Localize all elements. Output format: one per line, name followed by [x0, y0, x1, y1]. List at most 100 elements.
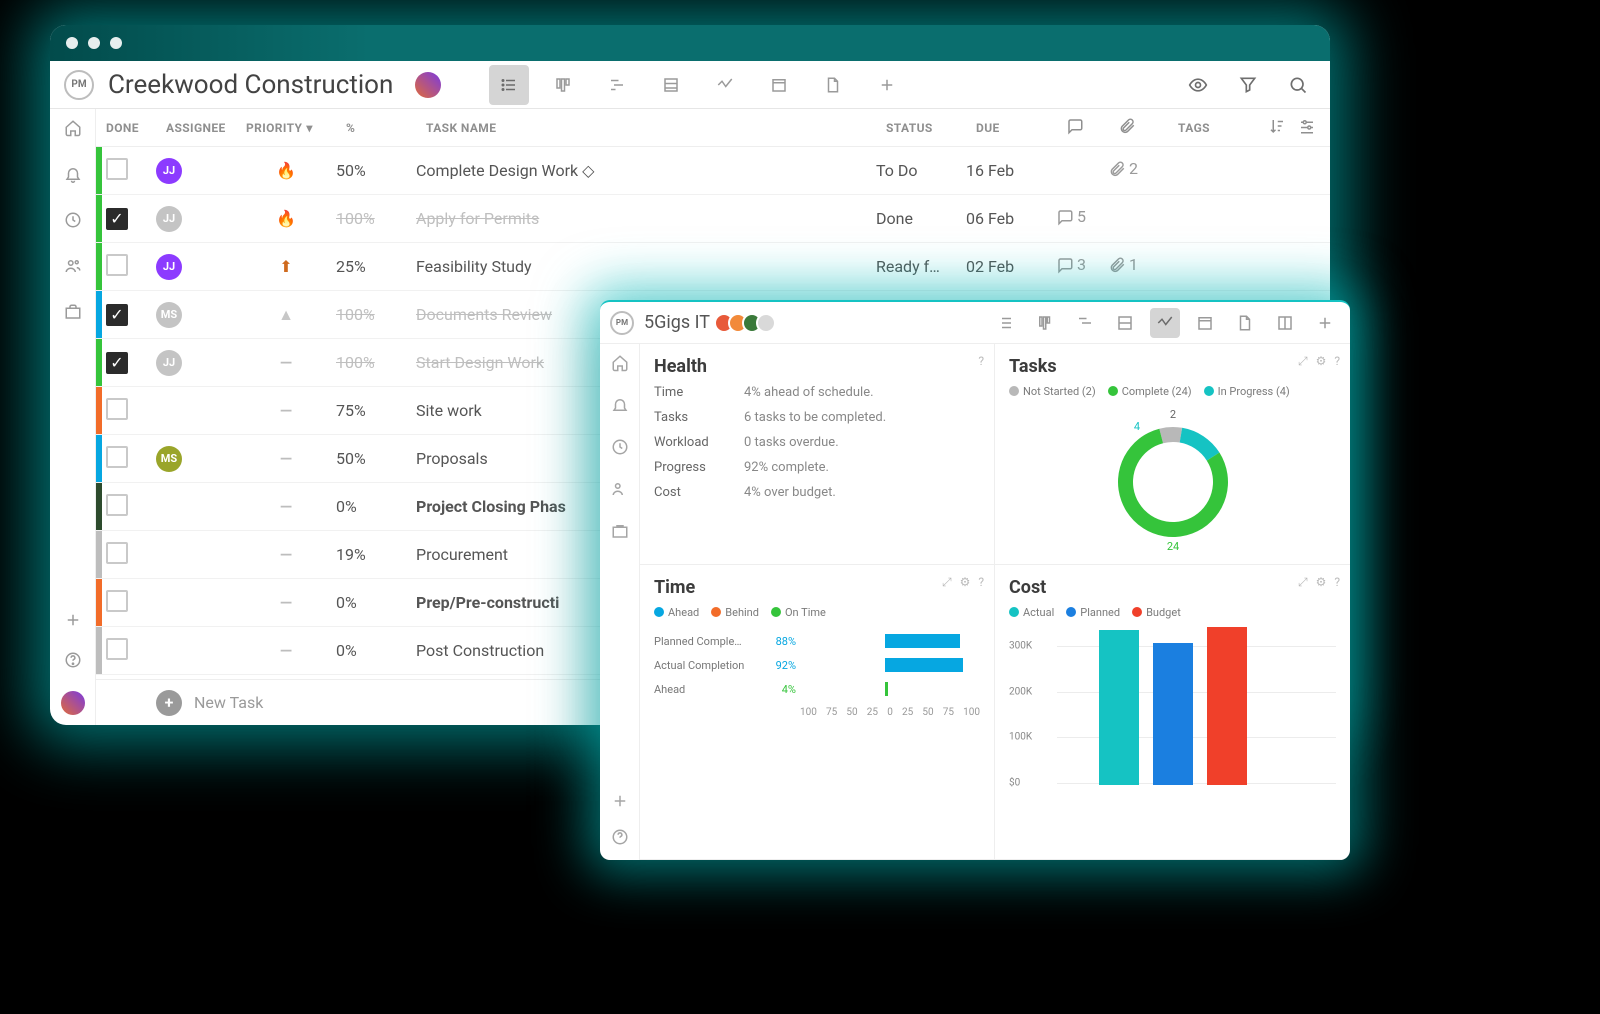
col-attach-icon[interactable] [1118, 117, 1178, 138]
col-status[interactable]: STATUS [886, 121, 976, 135]
done-checkbox[interactable] [106, 638, 128, 660]
help-icon[interactable]: ? [1334, 575, 1340, 590]
assignee-avatar[interactable]: JJ [156, 158, 182, 184]
assignee-avatar[interactable]: JJ [156, 206, 182, 232]
comments-count[interactable]: 3 [1056, 255, 1086, 274]
gear-icon[interactable]: ⚙ [1316, 354, 1327, 369]
done-checkbox[interactable] [106, 398, 128, 420]
add-task-icon[interactable]: + [156, 690, 182, 716]
expand-icon[interactable]: ⤢ [942, 575, 952, 590]
comments-count[interactable]: 5 [1056, 207, 1086, 226]
done-checkbox[interactable]: ✓ [106, 208, 128, 230]
done-checkbox[interactable] [106, 158, 128, 180]
view-calendar-button[interactable] [759, 65, 799, 105]
nav-user-avatar[interactable] [61, 691, 85, 715]
col-percent[interactable]: % [346, 121, 426, 135]
nav-people-icon[interactable] [611, 480, 629, 502]
assignee-avatar[interactable]: MS [156, 302, 182, 328]
project-avatar[interactable] [415, 72, 441, 98]
nav-add-icon[interactable] [64, 611, 82, 633]
done-checkbox[interactable] [106, 494, 128, 516]
view-board-button[interactable] [1030, 308, 1060, 338]
view-table-button[interactable] [1110, 308, 1140, 338]
view-list-button[interactable] [489, 65, 529, 105]
search-icon[interactable] [1280, 67, 1316, 103]
nav-help-icon[interactable] [611, 828, 629, 850]
app-logo[interactable]: PM [610, 311, 634, 335]
watch-icon[interactable] [1180, 67, 1216, 103]
view-gantt-button[interactable] [597, 65, 637, 105]
nav-home-icon[interactable] [611, 354, 629, 376]
traffic-light-min[interactable] [88, 37, 100, 49]
nav-help-icon[interactable] [64, 651, 82, 673]
col-priority[interactable]: PRIORITY▾ [246, 121, 346, 135]
view-split-button[interactable] [1270, 308, 1300, 338]
done-checkbox[interactable]: ✓ [106, 304, 128, 326]
col-tags[interactable]: TAGS [1178, 121, 1268, 135]
done-checkbox[interactable] [106, 446, 128, 468]
avatar[interactable] [756, 313, 776, 333]
task-row[interactable]: ✓ JJ 🔥 100% Apply for Permits Done 06 Fe… [96, 195, 1330, 243]
view-calendar-button[interactable] [1190, 308, 1220, 338]
task-name[interactable]: Feasibility Study [416, 257, 876, 276]
legend-item: Behind [711, 606, 759, 619]
nav-add-icon[interactable] [611, 792, 629, 814]
task-name[interactable]: Apply for Permits [416, 209, 876, 228]
view-board-button[interactable] [543, 65, 583, 105]
view-dashboard-button[interactable] [1150, 308, 1180, 338]
view-files-button[interactable] [813, 65, 853, 105]
gear-icon[interactable]: ⚙ [960, 575, 971, 590]
traffic-light-max[interactable] [110, 37, 122, 49]
attachments-count[interactable]: 2 [1108, 159, 1138, 178]
nav-notifications-icon[interactable] [611, 396, 629, 418]
view-list-button[interactable] [990, 308, 1020, 338]
due-cell[interactable]: 02 Feb [966, 257, 1056, 276]
col-settings-icon[interactable] [1298, 117, 1328, 138]
view-dashboard-button[interactable] [705, 65, 745, 105]
nav-portfolio-icon[interactable] [64, 303, 82, 325]
view-table-button[interactable] [651, 65, 691, 105]
help-icon[interactable]: ? [978, 354, 984, 368]
add-view-button[interactable] [867, 65, 907, 105]
assignee-avatar[interactable]: JJ [156, 350, 182, 376]
gear-icon[interactable]: ⚙ [1316, 575, 1327, 590]
task-row[interactable]: JJ 🔥 50% Complete Design Work ◇ To Do 16… [96, 147, 1330, 195]
col-comments-icon[interactable] [1066, 117, 1118, 138]
col-due[interactable]: DUE [976, 121, 1066, 135]
task-row[interactable]: JJ ⬆ 25% Feasibility Study Ready f… 02 F… [96, 243, 1330, 291]
assignee-avatar[interactable]: MS [156, 446, 182, 472]
done-checkbox[interactable] [106, 542, 128, 564]
nav-notifications-icon[interactable] [64, 165, 82, 187]
traffic-light-close[interactable] [66, 37, 78, 49]
expand-icon[interactable]: ⤢ [1298, 354, 1308, 369]
status-cell[interactable]: Ready f… [876, 257, 966, 276]
attachments-count[interactable]: 1 [1108, 255, 1138, 274]
nav-people-icon[interactable] [64, 257, 82, 279]
front-avatars[interactable] [720, 313, 776, 333]
expand-icon[interactable]: ⤢ [1298, 575, 1308, 590]
task-name[interactable]: Complete Design Work ◇ [416, 161, 876, 180]
done-checkbox[interactable] [106, 590, 128, 612]
done-checkbox[interactable]: ✓ [106, 352, 128, 374]
assignee-avatar[interactable]: JJ [156, 254, 182, 280]
col-assignee[interactable]: ASSIGNEE [166, 121, 246, 135]
help-icon[interactable]: ? [978, 575, 984, 590]
status-cell[interactable]: Done [876, 209, 966, 228]
col-sort-icon[interactable] [1268, 117, 1298, 138]
nav-recent-icon[interactable] [64, 211, 82, 233]
col-done[interactable]: DONE [106, 121, 166, 135]
status-cell[interactable]: To Do [876, 161, 966, 180]
nav-home-icon[interactable] [64, 119, 82, 141]
view-files-button[interactable] [1230, 308, 1260, 338]
col-name[interactable]: TASK NAME [426, 121, 886, 135]
nav-recent-icon[interactable] [611, 438, 629, 460]
nav-portfolio-icon[interactable] [611, 522, 629, 544]
app-logo[interactable]: PM [64, 70, 94, 100]
filter-icon[interactable] [1230, 67, 1266, 103]
done-checkbox[interactable] [106, 254, 128, 276]
due-cell[interactable]: 16 Feb [966, 161, 1056, 180]
help-icon[interactable]: ? [1334, 354, 1340, 369]
add-view-button[interactable] [1310, 308, 1340, 338]
view-gantt-button[interactable] [1070, 308, 1100, 338]
due-cell[interactable]: 06 Feb [966, 209, 1056, 228]
